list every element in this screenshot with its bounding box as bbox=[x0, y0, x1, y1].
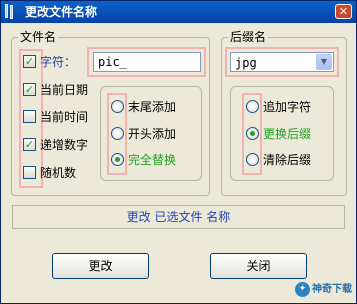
radio-append-end-label: 末尾添加 bbox=[128, 100, 177, 114]
extension-group-title: 后缀名 bbox=[228, 30, 269, 44]
radio-append-end-circle[interactable] bbox=[111, 100, 124, 113]
radio-change-extension-label: 更换后缀 bbox=[263, 127, 312, 141]
extension-select[interactable]: jpg ▼ bbox=[230, 52, 334, 72]
radio-append-chars-circle[interactable] bbox=[246, 100, 259, 113]
checkbox-current-time-label: 当前时间 bbox=[40, 110, 89, 124]
checkbox-current-date-box[interactable]: ✓ bbox=[23, 83, 36, 96]
radio-append-chars-label: 追加字符 bbox=[263, 100, 312, 114]
radio-replace-all-circle[interactable] bbox=[111, 153, 124, 166]
checkbox-chars-box[interactable]: ✓ bbox=[23, 55, 36, 68]
watermark-logo-icon: ✦ bbox=[295, 282, 310, 297]
checkbox-current-date-label: 当前日期 bbox=[40, 83, 89, 97]
rename-button[interactable]: 更改 bbox=[52, 253, 149, 279]
radio-prepend-start-circle[interactable] bbox=[111, 127, 124, 140]
checkbox-random-number-box[interactable] bbox=[23, 166, 36, 179]
chevron-down-icon[interactable]: ▼ bbox=[316, 54, 332, 70]
close-window-button[interactable]: ✕ bbox=[335, 4, 352, 19]
checkbox-random-number-label: 随机数 bbox=[40, 166, 77, 180]
watermark: ✦ 神奇下载 bbox=[295, 280, 353, 300]
checkbox-chars-label: 字符： bbox=[40, 55, 77, 69]
rename-preview-text: 更改 已选文件 名称 bbox=[126, 210, 231, 224]
radio-clear-extension-label: 清除后缀 bbox=[263, 153, 312, 167]
chars-text-input[interactable]: pic_ bbox=[93, 52, 201, 72]
filename-group-title: 文件名 bbox=[18, 30, 59, 44]
checkbox-current-time-box[interactable] bbox=[23, 110, 36, 123]
radio-change-extension-circle[interactable] bbox=[246, 127, 259, 140]
app-icon bbox=[5, 4, 19, 20]
radio-prepend-start-label: 开头添加 bbox=[128, 127, 177, 141]
title-bar[interactable]: 更改文件名称 ✕ bbox=[1, 1, 356, 23]
close-button[interactable]: 关闭 bbox=[210, 253, 307, 279]
radio-replace-all-label: 完全替换 bbox=[128, 153, 177, 167]
rename-dialog: 更改文件名称 ✕ 文件名 ✓ 字符： ✓ 当前日期 当前时间 ✓ 递增数字 随机… bbox=[0, 0, 357, 304]
checkbox-increment-number-label: 递增数字 bbox=[40, 138, 89, 152]
checkbox-increment-number-box[interactable]: ✓ bbox=[23, 138, 36, 151]
watermark-text: 神奇下载 bbox=[312, 284, 352, 295]
extension-select-value: jpg bbox=[235, 56, 257, 70]
window-title: 更改文件名称 bbox=[25, 5, 98, 19]
rename-preview-panel: 更改 已选文件 名称 bbox=[12, 205, 345, 229]
radio-clear-extension-circle[interactable] bbox=[246, 153, 259, 166]
